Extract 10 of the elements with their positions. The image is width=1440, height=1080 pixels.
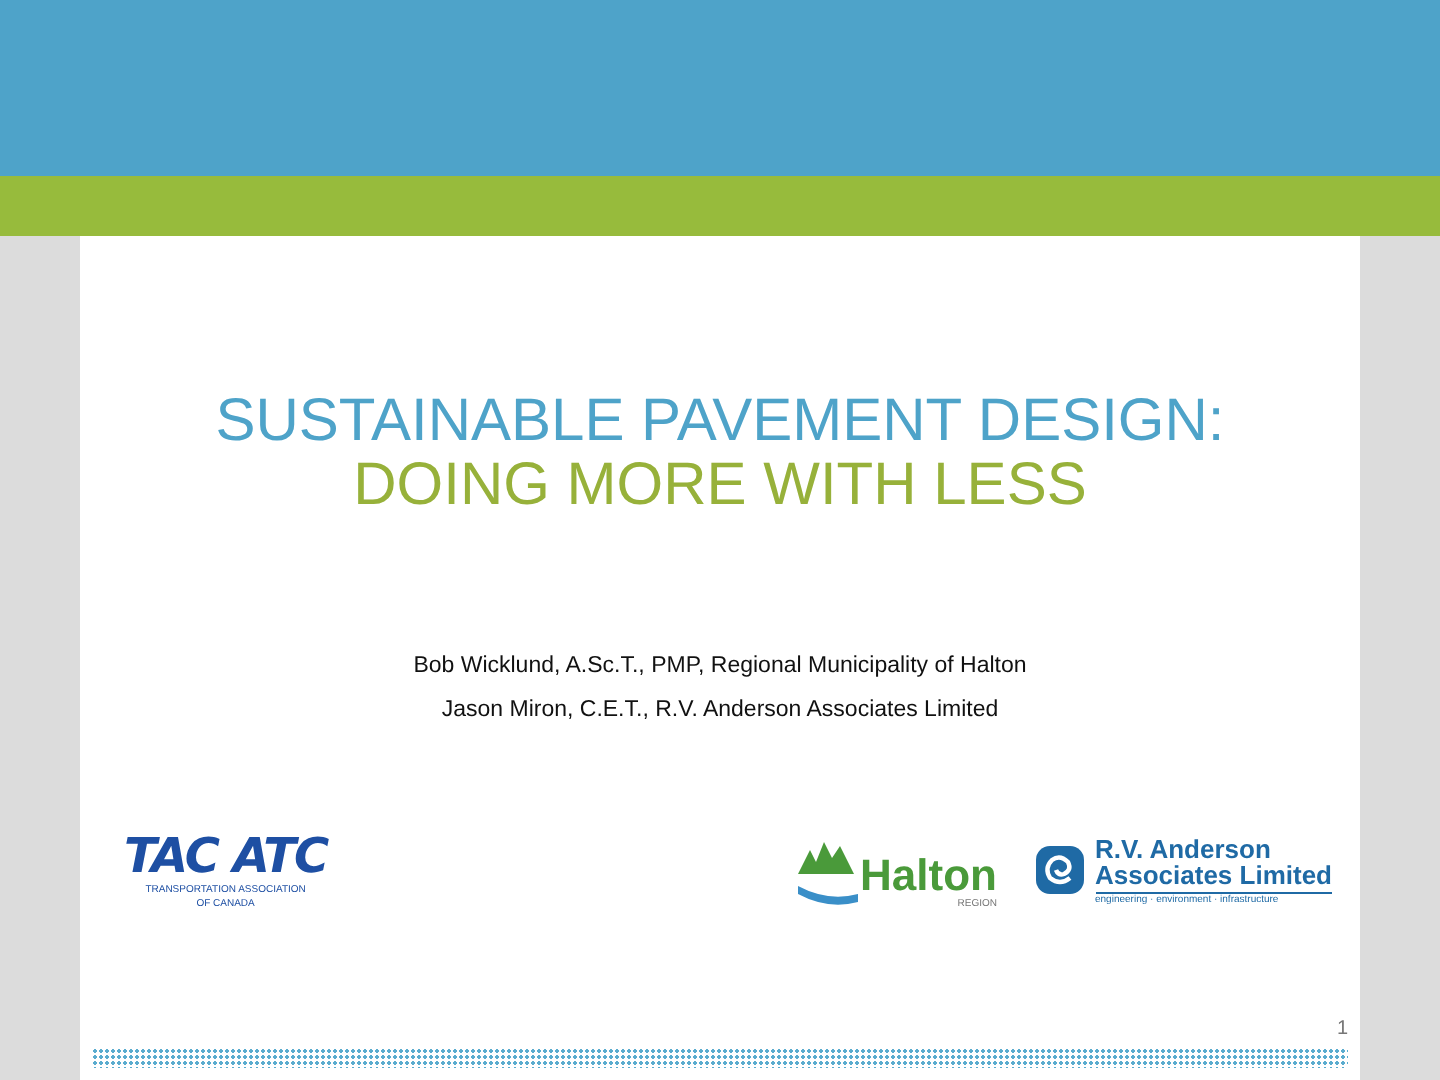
- logo-wordmark: Associates Limited: [1095, 861, 1332, 887]
- logo-wordmark: TAC ATC: [124, 828, 328, 884]
- logo-wordmark: Halton: [860, 854, 997, 898]
- logo-wordmark: R.V. Anderson: [1095, 835, 1273, 861]
- author-line: Jason Miron, C.E.T., R.V. Anderson Associates Limited: [439, 696, 1001, 726]
- slide-title: SUSTAINABLE PAVEMENT DESIGN:: [215, 388, 1225, 456]
- author-line: Bob Wicklund, A.Sc.T., PMP, Regional Municipality of Halton: [413, 652, 1027, 682]
- spiral-icon: [1033, 844, 1085, 896]
- slide-number: 1: [1336, 1018, 1348, 1040]
- slide-subtitle: DOING MORE WITH LESS: [351, 452, 1089, 520]
